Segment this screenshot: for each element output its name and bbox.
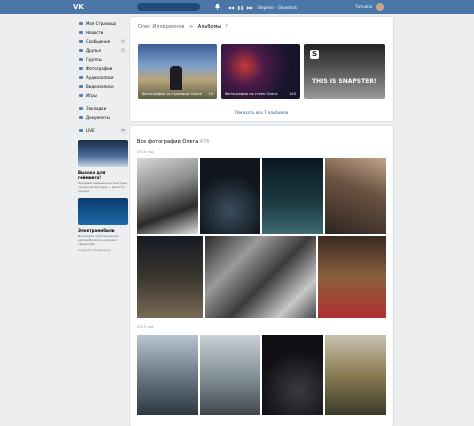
album-count: 10 <box>208 92 213 96</box>
audio-player[interactable]: ◀◀ ❚❚ ▶▶ Stephen - Glowstick <box>228 4 300 11</box>
albums-card: Олег Илларионов > Альбомы 7 Фотографии с… <box>130 17 393 121</box>
sidebar-item-video[interactable]: Видеозаписи <box>78 82 128 91</box>
photos-header: Все фотографии Олега 476 <box>137 139 209 145</box>
friends-count-badge: 2 <box>120 48 126 53</box>
music-icon <box>79 76 83 79</box>
photo-thumb[interactable] <box>262 335 323 415</box>
messages-count-badge: 3 <box>120 39 126 44</box>
album-caption: Фотографии со страницы Олега <box>142 92 202 96</box>
album-caption: Фотографии на стене Олега <box>225 92 278 96</box>
photo-thumb[interactable] <box>325 335 386 415</box>
sidebar-item-groups[interactable]: Группы <box>78 55 128 64</box>
sidebar-item-label: Группы <box>86 57 102 62</box>
vk-logo[interactable]: VK <box>73 3 85 11</box>
star-icon <box>79 107 83 110</box>
sidebar-item-audio[interactable]: Аудиозаписи <box>78 73 128 82</box>
sidebar-item-label: Видеозаписи <box>86 84 114 89</box>
friends-icon <box>79 49 83 52</box>
sidebar-item-games[interactable]: Игры <box>78 91 128 100</box>
sidebar-item-label: LIVE <box>86 128 95 133</box>
games-icon <box>79 94 83 97</box>
create-ad-link[interactable]: Создать объявление <box>78 248 128 252</box>
groups-icon <box>79 58 83 61</box>
sidebar-item-news[interactable]: Новости <box>78 28 128 37</box>
live-count-badge: 16 <box>120 128 126 133</box>
sidebar-item-documents[interactable]: Документы <box>78 113 128 122</box>
photos-count: 476 <box>199 139 210 145</box>
photo-thumb[interactable] <box>137 236 203 318</box>
photo-thumb[interactable] <box>262 158 323 234</box>
home-icon <box>79 22 83 25</box>
photo-thumb[interactable] <box>200 158 260 234</box>
sidebar-item-label: Сообщения <box>86 39 111 44</box>
photo-thumb[interactable] <box>200 335 260 415</box>
person-silhouette <box>170 66 182 90</box>
album-wall-photos[interactable]: Фотографии на стене Олега 243 <box>221 44 300 99</box>
user-name[interactable]: Татьяна <box>355 3 372 11</box>
sidebar-item-label: Игры <box>86 93 97 98</box>
year-label: 2015 год <box>137 325 154 329</box>
sidebar: Моя Страница Новости Сообщения 3 Друзья 2 … <box>78 19 128 252</box>
photo-thumb[interactable] <box>318 236 386 318</box>
album-snapster[interactable]: S THIS IS SNAPSTER! <box>304 44 385 99</box>
photos-title: Все фотографии Олега <box>137 139 199 145</box>
album-count: 243 <box>289 92 296 96</box>
breadcrumb-user[interactable]: Олег Илларионов <box>138 24 184 30</box>
sidebar-item-my-page[interactable]: Моя Страница <box>78 19 128 28</box>
ad-text: Все марки электрических автомобилей в на… <box>78 234 119 246</box>
ad-title[interactable]: Высоко для гейминга! <box>78 170 128 180</box>
year-label: 2016 год <box>137 150 154 154</box>
sidebar-item-label: Фотографии <box>86 66 113 71</box>
sidebar-item-bookmarks[interactable]: Закладки <box>78 104 128 113</box>
live-icon <box>79 129 83 132</box>
top-bar: VK ◀◀ ❚❚ ▶▶ Stephen - Glowstick Татьяна <box>0 0 474 14</box>
video-icon <box>79 85 83 88</box>
sidebar-item-label: Аудиозаписи <box>86 75 114 80</box>
sidebar-item-live[interactable]: LIVE 16 <box>78 126 128 135</box>
next-icon[interactable]: ▶▶ <box>247 5 253 10</box>
breadcrumb-separator: > <box>188 24 194 30</box>
ad-image-car[interactable] <box>78 198 128 225</box>
breadcrumb: Олег Илларионов > Альбомы 7 <box>138 24 228 30</box>
sidebar-item-label: Моя Страница <box>86 21 117 26</box>
photo-thumb[interactable] <box>205 236 316 318</box>
show-all-albums-link[interactable]: Показать все 7 альбомов <box>130 110 393 115</box>
all-photos-card: Все фотографии Олега 476 2016 год 2015 г… <box>130 126 393 426</box>
search-input[interactable] <box>137 3 200 11</box>
track-title: Stephen - Glowstick <box>257 5 298 10</box>
sidebar-item-photos[interactable]: Фотографии <box>78 64 128 73</box>
sidebar-item-label: Документы <box>86 115 110 120</box>
news-icon <box>79 31 83 34</box>
message-icon <box>79 40 83 43</box>
album-overlay-text: THIS IS SNAPSTER! <box>312 78 377 85</box>
ad-text: Продаём надежные и быстрые суперкомпьюте… <box>78 181 128 193</box>
ad-image-skyscraper[interactable] <box>78 140 128 167</box>
document-icon <box>79 116 83 119</box>
pause-icon[interactable]: ❚❚ <box>237 5 244 10</box>
sidebar-item-label: Друзья <box>86 48 101 53</box>
photo-thumb[interactable] <box>325 158 386 234</box>
sidebar-item-friends[interactable]: Друзья 2 <box>78 46 128 55</box>
album-profile-photos[interactable]: Фотографии со страницы Олега 10 <box>138 44 217 99</box>
breadcrumb-current: Альбомы <box>197 24 222 30</box>
snapster-logo-icon: S <box>310 50 319 59</box>
avatar[interactable] <box>376 3 384 11</box>
ad-title[interactable]: Электромобили <box>78 228 128 233</box>
sidebar-item-label: Закладки <box>86 106 107 111</box>
albums-count: 7 <box>224 24 228 30</box>
photo-thumb[interactable] <box>137 335 198 415</box>
photo-thumb[interactable] <box>137 158 198 234</box>
prev-icon[interactable]: ◀◀ <box>228 5 234 10</box>
sidebar-item-label: Новости <box>86 30 104 35</box>
sidebar-item-messages[interactable]: Сообщения 3 <box>78 37 128 46</box>
bell-icon[interactable] <box>214 3 221 10</box>
camera-icon <box>79 67 83 70</box>
